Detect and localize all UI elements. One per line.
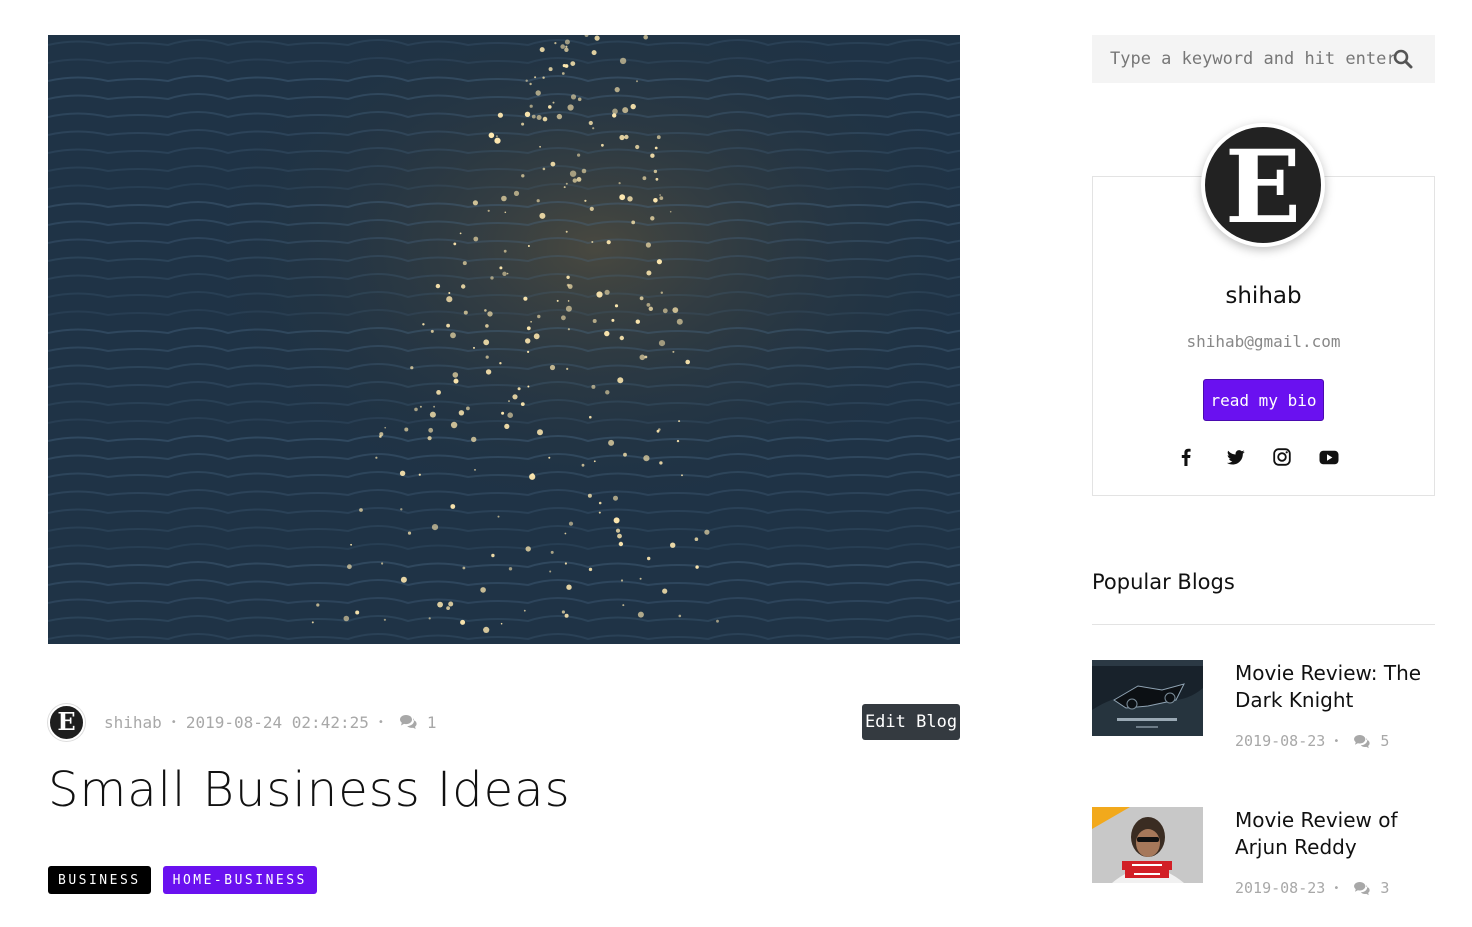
tag-home-business[interactable]: HOME-BUSINESS bbox=[162, 866, 317, 894]
search-input[interactable]: Type a keyword and hit enter bbox=[1092, 35, 1435, 83]
post-meta: E shihab • 2019-08-24 02:42:25 • 1 bbox=[48, 703, 437, 741]
meta-separator: • bbox=[1333, 735, 1340, 747]
popular-blog-thumbnail[interactable] bbox=[1092, 660, 1203, 736]
popular-blog-comments: 5 bbox=[1380, 732, 1390, 750]
facebook-icon[interactable] bbox=[1181, 447, 1227, 467]
popular-blog-date: 2019-08-23 bbox=[1235, 879, 1326, 897]
popular-blog-date: 2019-08-23 bbox=[1235, 732, 1326, 750]
post-hero-image bbox=[48, 35, 960, 644]
meta-separator: • bbox=[1333, 882, 1340, 894]
profile-name: shihab bbox=[1225, 283, 1302, 309]
popular-blogs-heading: Popular Blogs bbox=[1092, 570, 1235, 594]
comments-icon bbox=[1353, 881, 1372, 896]
search-placeholder: Type a keyword and hit enter bbox=[1110, 49, 1397, 69]
popular-blog-thumbnail[interactable] bbox=[1092, 807, 1203, 883]
popular-blog-meta: 2019-08-23 • 3 bbox=[1235, 879, 1389, 897]
post-date: 2019-08-24 02:42:25 bbox=[185, 712, 369, 732]
meta-separator: • bbox=[170, 716, 177, 728]
popular-blog-item[interactable]: Movie Review: The Dark Knight 2019-08-23… bbox=[1092, 660, 1435, 760]
popular-blog-item[interactable]: Movie Review of Arjun Reddy 2019-08-23 •… bbox=[1092, 807, 1435, 907]
author-name[interactable]: shihab bbox=[104, 713, 162, 732]
comments-count[interactable]: 1 bbox=[427, 713, 437, 732]
comments-icon bbox=[1353, 734, 1372, 749]
popular-blog-title[interactable]: Movie Review: The Dark Knight bbox=[1235, 660, 1435, 714]
social-links bbox=[1181, 447, 1365, 467]
popular-blog-comments: 3 bbox=[1380, 879, 1390, 897]
author-avatar[interactable]: E bbox=[48, 703, 85, 741]
post-title: Small Business Ideas bbox=[48, 762, 571, 818]
edit-blog-button[interactable]: Edit Blog bbox=[862, 704, 960, 740]
search-icon[interactable] bbox=[1393, 49, 1413, 74]
profile-email: shihab@gmail.com bbox=[1186, 332, 1341, 351]
profile-avatar: E bbox=[1201, 123, 1325, 247]
comments-icon bbox=[399, 714, 419, 730]
popular-blog-meta: 2019-08-23 • 5 bbox=[1235, 732, 1389, 750]
read-bio-button[interactable]: read my bio bbox=[1203, 379, 1324, 421]
popular-blog-title[interactable]: Movie Review of Arjun Reddy bbox=[1235, 807, 1435, 861]
post-tags: BUSINESS HOME-BUSINESS bbox=[48, 866, 317, 894]
twitter-icon[interactable] bbox=[1227, 447, 1273, 467]
divider bbox=[1092, 624, 1435, 625]
tag-business[interactable]: BUSINESS bbox=[48, 866, 151, 894]
youtube-icon[interactable] bbox=[1319, 447, 1365, 467]
meta-separator: • bbox=[377, 716, 384, 728]
instagram-icon[interactable] bbox=[1273, 447, 1319, 467]
